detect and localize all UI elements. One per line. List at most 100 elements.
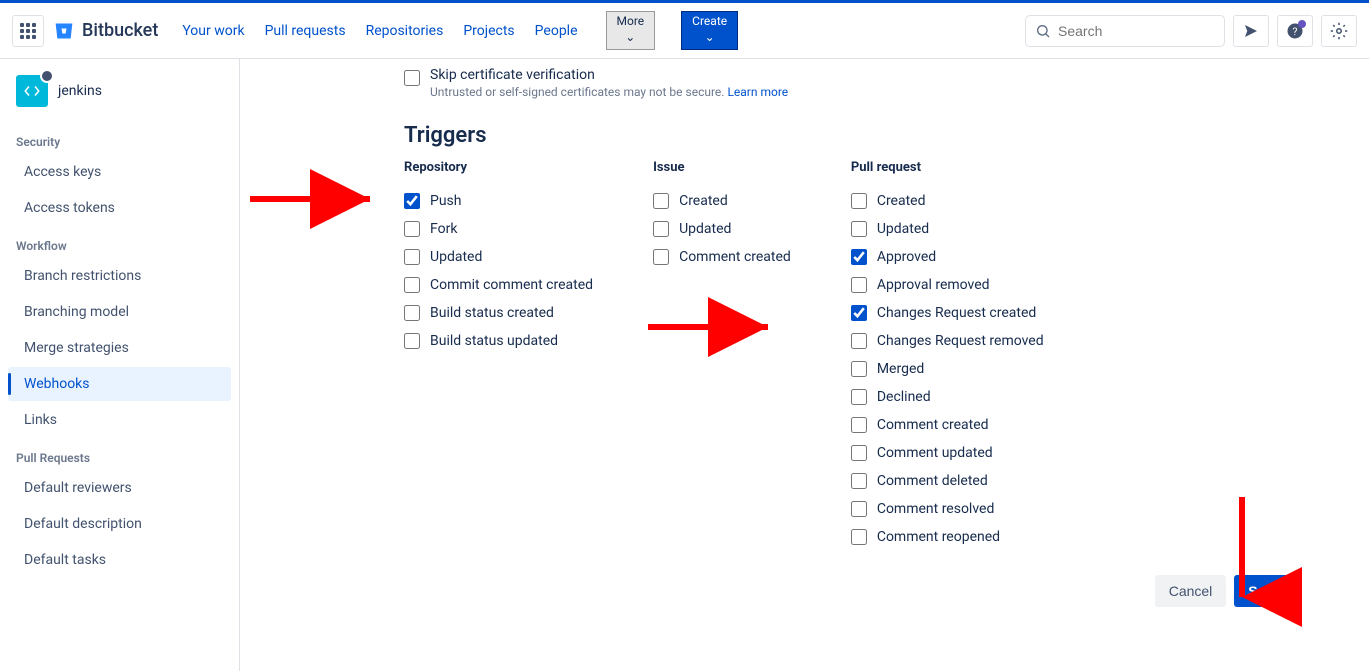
sidebar-item-merge-strategies[interactable]: Merge strategies	[8, 331, 231, 365]
trigger-row: Comment reopened	[851, 523, 1044, 551]
trigger-label[interactable]: Comment updated	[877, 445, 993, 461]
sidebar-section-title: Security	[0, 123, 239, 153]
trigger-row: Changes Request removed	[851, 327, 1044, 355]
product-logo[interactable]: Bitbucket	[52, 19, 158, 43]
sidebar-item-access-keys[interactable]: Access keys	[8, 155, 231, 189]
trigger-label[interactable]: Created	[679, 193, 728, 209]
trigger-label[interactable]: Comment deleted	[877, 473, 988, 489]
sidebar-item-default-tasks[interactable]: Default tasks	[8, 543, 231, 577]
sidebar-item-webhooks[interactable]: Webhooks	[8, 367, 231, 401]
trigger-row: Comment updated	[851, 439, 1044, 467]
trigger-label[interactable]: Updated	[877, 221, 929, 237]
col-title-pull-request: Pull request	[851, 160, 1044, 175]
pr-updated-checkbox[interactable]	[851, 221, 867, 237]
cancel-button[interactable]: Cancel	[1155, 575, 1227, 607]
trigger-row: Comment resolved	[851, 495, 1044, 523]
trigger-label[interactable]: Comment created	[877, 417, 989, 433]
sidebar-item-access-tokens[interactable]: Access tokens	[8, 191, 231, 225]
learn-more-link[interactable]: Learn more	[727, 85, 788, 99]
trigger-label[interactable]: Fork	[430, 221, 457, 237]
trigger-label[interactable]: Updated	[430, 249, 482, 265]
sidebar-item-branch-restrictions[interactable]: Branch restrictions	[8, 259, 231, 293]
pr-approval-removed-checkbox[interactable]	[851, 277, 867, 293]
repo-commit-comment-created-checkbox[interactable]	[404, 277, 420, 293]
annotation-arrow-push	[250, 187, 385, 211]
trigger-label[interactable]: Updated	[679, 221, 731, 237]
gear-icon	[1330, 22, 1348, 40]
pr-approved-checkbox[interactable]	[851, 249, 867, 265]
search-input[interactable]	[1025, 15, 1225, 47]
repo-build-status-updated-checkbox[interactable]	[404, 333, 420, 349]
trigger-label[interactable]: Comment resolved	[877, 501, 995, 517]
pr-comment-updated-checkbox[interactable]	[851, 445, 867, 461]
repo-build-status-created-checkbox[interactable]	[404, 305, 420, 321]
project-header[interactable]: jenkins	[0, 75, 239, 123]
trigger-label[interactable]: Changes Request created	[877, 305, 1036, 321]
left-sidebar: jenkins SecurityAccess keysAccess tokens…	[0, 59, 240, 671]
search-icon	[1035, 23, 1051, 43]
nav-pull-requests[interactable]: Pull requests	[265, 23, 346, 39]
trigger-label[interactable]: Commit comment created	[430, 277, 593, 293]
sidebar-item-default-description[interactable]: Default description	[8, 507, 231, 541]
trigger-label[interactable]: Changes Request removed	[877, 333, 1044, 349]
pr-comment-deleted-checkbox[interactable]	[851, 473, 867, 489]
project-name: jenkins	[58, 83, 102, 99]
sidebar-item-branching-model[interactable]: Branching model	[8, 295, 231, 329]
repo-push-checkbox[interactable]	[404, 193, 420, 209]
pr-comment-created-checkbox[interactable]	[851, 417, 867, 433]
trigger-row: Comment created	[851, 411, 1044, 439]
trigger-row: Updated	[404, 243, 593, 271]
sidebar-item-default-reviewers[interactable]: Default reviewers	[8, 471, 231, 505]
trigger-label[interactable]: Push	[430, 193, 462, 209]
nav-your-work[interactable]: Your work	[182, 23, 244, 39]
sidebar-item-links[interactable]: Links	[8, 403, 231, 437]
repo-updated-checkbox[interactable]	[404, 249, 420, 265]
trigger-label[interactable]: Build status updated	[430, 333, 558, 349]
pr-comment-resolved-checkbox[interactable]	[851, 501, 867, 517]
notification-dot-icon	[1298, 20, 1306, 28]
app-switcher-button[interactable]	[12, 15, 44, 47]
trigger-label[interactable]: Approval removed	[877, 277, 990, 293]
nav-repositories[interactable]: Repositories	[366, 23, 444, 39]
trigger-row: Merged	[851, 355, 1044, 383]
product-name: Bitbucket	[82, 20, 158, 41]
pr-comment-reopened-checkbox[interactable]	[851, 529, 867, 545]
trigger-label[interactable]: Declined	[877, 389, 931, 405]
pr-changes-request-created-checkbox[interactable]	[851, 305, 867, 321]
settings-button[interactable]	[1321, 15, 1357, 47]
skip-cert-subtext: Untrusted or self-signed certificates ma…	[430, 85, 724, 99]
trigger-row: Build status updated	[404, 327, 593, 355]
help-button[interactable]: ?	[1277, 15, 1313, 47]
pr-created-checkbox[interactable]	[851, 193, 867, 209]
trigger-row: Updated	[851, 215, 1044, 243]
issue-comment-created-checkbox[interactable]	[653, 249, 669, 265]
trigger-label[interactable]: Approved	[877, 249, 936, 265]
nav-people[interactable]: People	[535, 23, 578, 39]
repo-fork-checkbox[interactable]	[404, 221, 420, 237]
issue-created-checkbox[interactable]	[653, 193, 669, 209]
trigger-label[interactable]: Created	[877, 193, 926, 209]
save-button[interactable]: Save	[1234, 575, 1295, 607]
trigger-row: Fork	[404, 215, 593, 243]
trigger-label[interactable]: Merged	[877, 361, 924, 377]
nav-projects[interactable]: Projects	[463, 23, 514, 39]
pr-declined-checkbox[interactable]	[851, 389, 867, 405]
issue-updated-checkbox[interactable]	[653, 221, 669, 237]
global-search	[1025, 15, 1225, 47]
pr-merged-checkbox[interactable]	[851, 361, 867, 377]
notifications-button[interactable]	[1233, 15, 1269, 47]
trigger-row: Created	[851, 187, 1044, 215]
trigger-col-repository: Repository PushForkUpdatedCommit comment…	[404, 160, 593, 551]
trigger-label[interactable]: Comment created	[679, 249, 791, 265]
bell-icon	[1242, 22, 1260, 40]
pr-changes-request-removed-checkbox[interactable]	[851, 333, 867, 349]
bitbucket-logo-icon	[52, 19, 76, 43]
trigger-label[interactable]: Build status created	[430, 305, 554, 321]
project-icon	[16, 75, 48, 107]
create-button[interactable]: Create ⌄	[681, 11, 738, 50]
trigger-row: Comment deleted	[851, 467, 1044, 495]
skip-cert-checkbox[interactable]	[404, 70, 420, 86]
trigger-label[interactable]: Comment reopened	[877, 529, 1000, 545]
svg-text:?: ?	[1293, 24, 1298, 37]
nav-more-dropdown[interactable]: More ⌄	[606, 11, 656, 50]
